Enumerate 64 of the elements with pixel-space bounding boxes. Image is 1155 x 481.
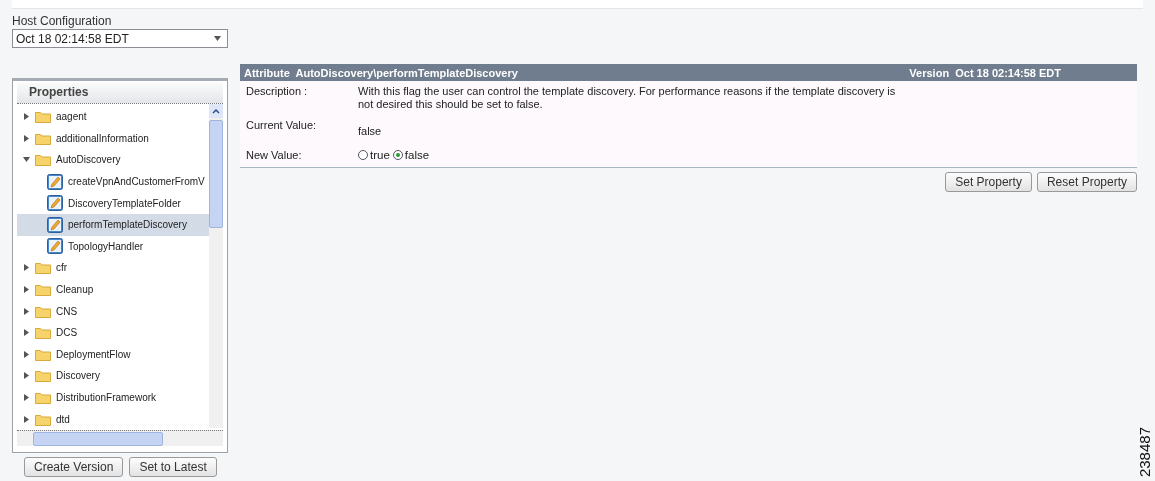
version-dropdown[interactable]: Oct 18 02:14:58 EDT: [12, 29, 228, 48]
set-property-button[interactable]: Set Property: [945, 172, 1032, 192]
expand-arrow-icon[interactable]: [23, 350, 30, 358]
folder-icon: [35, 391, 51, 404]
value-radio[interactable]: false: [392, 149, 430, 161]
pencil-icon: [47, 216, 63, 233]
pencil-icon: [47, 173, 63, 190]
radio-icon[interactable]: [392, 150, 403, 160]
version-label: Version Oct 18 02:14:58 EDT: [909, 66, 1061, 79]
tree-item[interactable]: CNS: [17, 300, 211, 322]
folder-icon: [35, 326, 51, 340]
tree-item[interactable]: performTemplateDiscovery: [17, 213, 211, 236]
host-configuration-label: Host Configuration: [12, 14, 113, 29]
expand-arrow-icon[interactable]: [23, 329, 30, 337]
pencil-icon: [47, 195, 63, 212]
attribute-title: Attribute AutoDiscovery\performTemplateDiscovery: [244, 66, 518, 79]
folder-icon: [35, 412, 51, 426]
collapse-arrow-icon[interactable]: [23, 156, 30, 164]
expand-arrow-icon[interactable]: [23, 394, 30, 401]
tree-item[interactable]: DistributionFramework: [17, 386, 211, 409]
dropdown-arrow-icon: [214, 36, 221, 41]
folder-icon: [35, 283, 51, 297]
description-label: Description :: [246, 85, 309, 99]
expand-arrow-icon[interactable]: [23, 372, 30, 380]
create-version-button[interactable]: Create Version: [24, 457, 124, 477]
folder-icon: [35, 369, 51, 383]
current-value: false: [358, 125, 382, 137]
expand-arrow-icon[interactable]: [23, 415, 30, 423]
current-value-label: Current Value:: [246, 119, 318, 133]
set-to-latest-button[interactable]: Set to Latest: [129, 457, 217, 477]
folder-icon: [35, 110, 51, 124]
tree-item[interactable]: Discovery: [17, 365, 211, 387]
tree-item[interactable]: DeploymentFlow: [17, 343, 211, 366]
tree-item[interactable]: AutoDiscovery: [17, 149, 211, 171]
folder-icon: [35, 304, 51, 318]
expand-arrow-icon[interactable]: [23, 286, 30, 294]
tree-item[interactable]: aagent: [17, 106, 211, 128]
expand-arrow-icon[interactable]: [23, 264, 30, 272]
pencil-icon: [47, 238, 63, 255]
figure-number: 238487: [1136, 426, 1153, 477]
tree-item[interactable]: cfr: [17, 257, 211, 279]
folder-icon: [35, 347, 51, 361]
horizontal-scrollbar[interactable]: [17, 430, 223, 446]
expand-arrow-icon[interactable]: [23, 113, 30, 121]
tree-item[interactable]: TopologyHandler: [17, 235, 211, 258]
panel-title: Properties: [17, 83, 223, 104]
vertical-scrollbar[interactable]: [209, 104, 223, 428]
scroll-up-icon[interactable]: [209, 104, 223, 118]
tree-item[interactable]: dtd: [17, 408, 211, 430]
reset-property-button[interactable]: Reset Property: [1036, 172, 1137, 192]
new-value-label: New Value:: [246, 149, 303, 161]
description-text: With this flag the user can control the template discovery. For performance reasons if the template discovery is not desired this should be set to false.: [358, 85, 897, 111]
tree-item[interactable]: additionalInformation: [17, 127, 211, 150]
radio-icon[interactable]: [358, 150, 368, 160]
folder-icon: [35, 153, 51, 167]
folder-icon: [35, 131, 51, 145]
expand-arrow-icon[interactable]: [23, 307, 30, 315]
folder-icon: [35, 261, 51, 275]
tree-item[interactable]: createVpnAndCustomerFromV: [17, 170, 211, 193]
value-radio[interactable]: true: [358, 149, 390, 161]
tree-item[interactable]: DiscoveryTemplateFolder: [17, 192, 211, 214]
expand-arrow-icon[interactable]: [23, 134, 30, 142]
tree-item[interactable]: DCS: [17, 321, 211, 344]
tree-item[interactable]: Cleanup: [17, 278, 211, 301]
